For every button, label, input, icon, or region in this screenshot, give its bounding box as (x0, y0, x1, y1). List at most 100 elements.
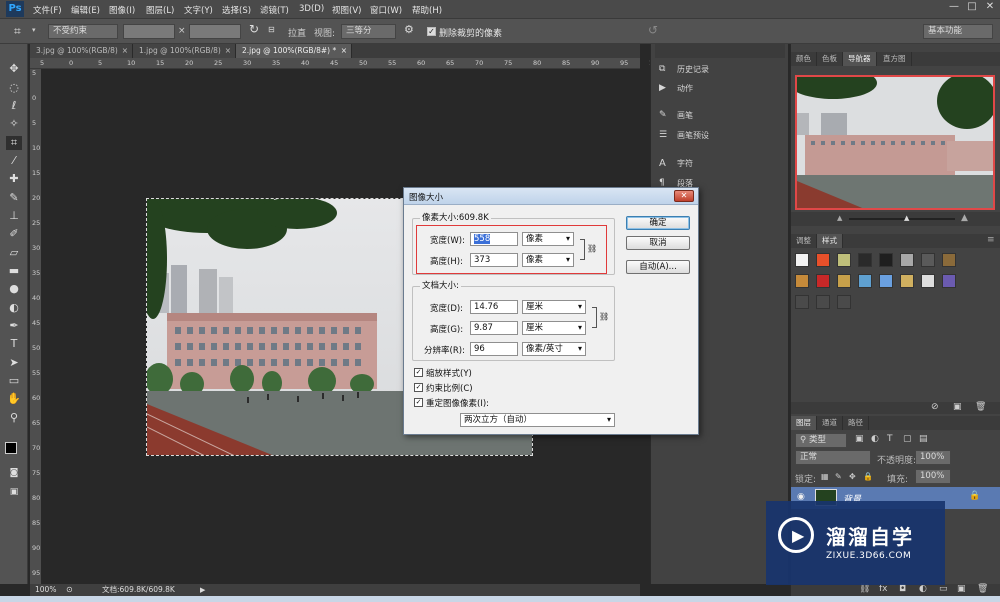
tab-3jpg[interactable]: 3.jpg @ 100%(RGB/8) × (30, 44, 133, 58)
style-swatch[interactable] (942, 253, 956, 267)
history-brush-tool-icon[interactable]: ✐ (6, 227, 22, 241)
dialog-close-button[interactable]: ✕ (674, 190, 694, 202)
zoom-level[interactable]: 100% (35, 584, 56, 596)
panel-actions[interactable]: 动作 (677, 83, 693, 94)
crop-tool-selected-icon[interactable]: ⌗ (6, 136, 22, 150)
doc-width-field[interactable]: 14.76 (470, 300, 518, 314)
tab-layers[interactable]: 图层 (791, 416, 817, 430)
style-swatch[interactable] (795, 295, 809, 309)
width-unit-select[interactable]: 像素 (522, 232, 574, 246)
resolution-field[interactable]: 96 (470, 342, 518, 356)
cancel-button[interactable]: 取消 (626, 236, 690, 250)
menu-image[interactable]: 图像(I) (109, 4, 135, 16)
width-field[interactable]: 558 (470, 232, 518, 246)
type-tool-icon[interactable]: T (6, 337, 22, 351)
style-swatch[interactable] (921, 253, 935, 267)
close-window-button[interactable]: ✕ (982, 0, 998, 14)
height-unit-select[interactable]: 像素 (522, 253, 574, 267)
layer-style-icon[interactable]: fx (879, 584, 888, 594)
resolution-unit-select[interactable]: 像素/英寸 (522, 342, 586, 356)
healing-brush-tool-icon[interactable]: ✚ (6, 172, 22, 186)
settings-gear-icon[interactable]: ⚙ (404, 23, 414, 36)
crop-height-field[interactable] (189, 24, 241, 39)
menu-3d[interactable]: 3D(D) (299, 4, 324, 14)
resample-checkbox[interactable]: ✓ (414, 398, 423, 407)
style-swatch[interactable] (900, 274, 914, 288)
style-swatch[interactable] (837, 253, 851, 267)
zoom-in-icon[interactable]: ▲ (961, 213, 968, 223)
zoom-out-icon[interactable]: ▲ (837, 214, 842, 222)
style-swatch[interactable] (837, 295, 851, 309)
fill-field[interactable]: 100% (915, 469, 951, 484)
tab-close-icon[interactable]: × (341, 44, 347, 58)
crop-width-field[interactable] (123, 24, 175, 39)
path-selection-tool-icon[interactable]: ➤ (6, 356, 22, 370)
hand-tool-icon[interactable]: ✋ (6, 392, 22, 406)
resample-method-select[interactable]: 两次立方（自动） (460, 413, 615, 427)
opacity-field[interactable]: 100% (915, 450, 951, 465)
zoom-tool-icon[interactable]: ⚲ (6, 411, 22, 425)
tab-2jpg[interactable]: 2.jpg @ 100%(RGB/8#) * × (236, 44, 352, 58)
move-tool-icon[interactable]: ✥ (6, 62, 22, 76)
height-field[interactable]: 373 (470, 253, 518, 267)
tab-navigator[interactable]: 导航器 (843, 52, 877, 66)
shape-tool-icon[interactable]: ▭ (6, 374, 22, 388)
menu-layer[interactable]: 图层(L) (146, 4, 174, 16)
tab-paths[interactable]: 路径 (843, 416, 869, 430)
style-swatch[interactable] (837, 274, 851, 288)
style-swatch[interactable] (879, 253, 893, 267)
filter-type-icon[interactable]: T (887, 434, 893, 444)
filter-adjust-icon[interactable]: ◐ (871, 434, 879, 444)
panel-brush-presets[interactable]: 画笔预设 (677, 130, 709, 141)
character-icon[interactable]: A (659, 158, 666, 169)
brush-tool-icon[interactable]: ✎ (6, 191, 22, 205)
tab-1jpg[interactable]: 1.jpg @ 100%(RGB/8) × (133, 44, 236, 58)
lock-paint-icon[interactable]: ✎ (835, 472, 842, 481)
workspace-select[interactable]: 基本功能 (923, 24, 993, 39)
menu-edit[interactable]: 编辑(E) (71, 4, 100, 16)
delete-layer-icon[interactable]: 🗑 (977, 584, 988, 594)
panel-menu-icon[interactable]: ≡ (987, 235, 995, 245)
tab-channels[interactable]: 通道 (817, 416, 843, 430)
brush-presets-icon[interactable]: ☰ (659, 130, 667, 140)
add-mask-icon[interactable]: ◘ (899, 584, 906, 594)
tool-preset-dropdown-icon[interactable]: ▾ (32, 26, 36, 34)
marquee-tool-icon[interactable]: ◌ (6, 81, 22, 95)
magic-wand-tool-icon[interactable]: ✧ (6, 117, 22, 131)
foreground-color-swatch[interactable] (5, 442, 17, 454)
zoom-slider[interactable] (849, 218, 955, 220)
filter-shape-icon[interactable]: ▢ (903, 434, 912, 444)
no-style-icon[interactable]: ⊘ (931, 402, 939, 412)
zoom-slider-handle-icon[interactable]: ▲ (904, 214, 909, 222)
filter-pixel-icon[interactable]: ▣ (855, 434, 864, 444)
style-swatch[interactable] (921, 274, 935, 288)
overlay-view-select[interactable]: 三等分 (341, 24, 396, 39)
clone-stamp-tool-icon[interactable]: ⊥ (6, 209, 22, 223)
menu-view[interactable]: 视图(V) (332, 4, 361, 16)
swap-dimensions-icon[interactable]: × (178, 26, 186, 36)
style-swatch[interactable] (879, 274, 893, 288)
panel-character[interactable]: 字符 (677, 158, 693, 169)
adjustment-layer-icon[interactable]: ◐ (919, 584, 927, 594)
panel-history[interactable]: 历史记录 (677, 64, 709, 75)
scale-styles-checkbox[interactable]: ✓ (414, 368, 423, 377)
status-menu-arrow-icon[interactable]: ▶ (200, 584, 205, 596)
lock-move-icon[interactable]: ✥ (849, 472, 856, 481)
gradient-tool-icon[interactable]: ▬ (6, 264, 22, 278)
tab-color[interactable]: 颜色 (791, 52, 817, 66)
eyedropper-tool-icon[interactable]: ⁄ (6, 154, 22, 168)
tab-adjustments[interactable]: 调整 (791, 234, 817, 248)
menu-window[interactable]: 窗口(W) (370, 4, 402, 16)
minimize-button[interactable]: — (946, 0, 962, 14)
layer-filter-select[interactable]: ⚲ 类型 (795, 433, 847, 448)
auto-button[interactable]: 自动(A)... (626, 260, 690, 274)
brush-panel-icon[interactable]: ✎ (659, 110, 667, 120)
doc-height-unit-select[interactable]: 厘米 (522, 321, 586, 335)
screen-mode-icon[interactable]: ▣ (6, 485, 22, 499)
tab-styles[interactable]: 样式 (817, 234, 843, 248)
doc-width-unit-select[interactable]: 厘米 (522, 300, 586, 314)
new-group-icon[interactable]: ▭ (939, 584, 948, 594)
actions-play-icon[interactable]: ▶ (659, 83, 666, 93)
maximize-button[interactable]: □ (964, 0, 980, 14)
constrain-proportions-checkbox[interactable]: ✓ (414, 383, 423, 392)
